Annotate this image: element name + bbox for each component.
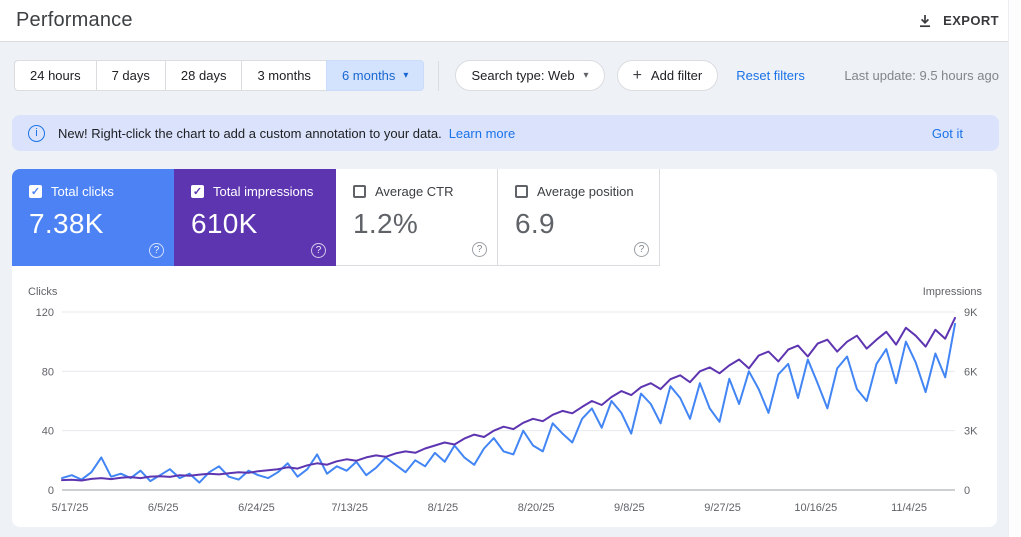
help-icon[interactable] (311, 243, 326, 258)
svg-text:8/1/25: 8/1/25 (428, 502, 459, 514)
metric-value: 6.9 (515, 208, 659, 240)
svg-text:0: 0 (964, 485, 970, 497)
help-icon[interactable] (634, 242, 649, 257)
svg-text:6/24/25: 6/24/25 (238, 502, 275, 514)
svg-text:80: 80 (42, 366, 54, 378)
range-3-months[interactable]: 3 months (241, 60, 326, 91)
metric-value: 7.38K (29, 208, 174, 240)
metric-label: Average position (537, 184, 634, 199)
svg-text:120: 120 (36, 307, 54, 319)
metric-value: 610K (191, 208, 336, 240)
unchecked-checkbox-icon[interactable] (353, 185, 366, 198)
search-type-dropdown[interactable]: Search type: Web (455, 60, 604, 91)
unchecked-checkbox-icon[interactable] (515, 185, 528, 198)
download-icon (917, 13, 933, 29)
date-range-segmented-control: 24 hours 7 days 28 days 3 months 6 month… (14, 60, 424, 91)
svg-text:Clicks: Clicks (28, 286, 58, 298)
chevron-down-icon (584, 71, 589, 81)
chart-area: 0 0 40 3K 80 6K 120 9K Clicks Impressions 5/17/25 6… (12, 266, 997, 527)
metric-toggle-row: Total clicks (29, 184, 174, 199)
range-7-days[interactable]: 7 days (96, 60, 166, 91)
add-filter-label: Add filter (651, 68, 702, 83)
got-it-button[interactable]: Got it (932, 126, 963, 141)
help-icon[interactable] (472, 242, 487, 257)
filter-toolbar: 24 hours 7 days 28 days 3 months 6 month… (14, 60, 999, 91)
toolbar-divider (438, 61, 439, 91)
metric-toggle-row: Total impressions (191, 184, 336, 199)
metric-toggle-row: Average CTR (353, 184, 497, 199)
average-ctr-card[interactable]: Average CTR 1.2% (336, 169, 498, 266)
svg-text:9/27/25: 9/27/25 (704, 502, 741, 514)
svg-text:11/4/25: 11/4/25 (891, 502, 927, 514)
svg-text:5/17/25: 5/17/25 (52, 502, 89, 514)
svg-text:8/20/25: 8/20/25 (518, 502, 555, 514)
scrollbar[interactable] (1008, 0, 1021, 537)
range-28-days[interactable]: 28 days (165, 60, 243, 91)
checked-checkbox-icon[interactable] (29, 185, 42, 198)
svg-text:9/8/25: 9/8/25 (614, 502, 645, 514)
checked-checkbox-icon[interactable] (191, 185, 204, 198)
app-header: Performance EXPORT (0, 0, 1021, 42)
performance-chart[interactable]: 0 0 40 3K 80 6K 120 9K Clicks Impressions 5/17/25 6… (12, 266, 997, 527)
metric-label: Total clicks (51, 184, 114, 199)
plus-icon (633, 70, 642, 81)
banner-message: New! Right-click the chart to add a cust… (58, 126, 442, 141)
active-range-label: 6 months (342, 68, 395, 83)
svg-text:3K: 3K (964, 426, 978, 438)
metric-cards-row: Total clicks 7.38K Total impressions 610… (12, 169, 997, 266)
last-update-text: Last update: 9.5 hours ago (844, 68, 999, 83)
svg-text:9K: 9K (964, 307, 978, 319)
svg-text:6K: 6K (964, 366, 978, 378)
total-clicks-card[interactable]: Total clicks 7.38K (12, 169, 174, 266)
search-type-label: Search type: Web (471, 68, 574, 83)
chevron-down-icon (403, 71, 408, 81)
svg-text:6/5/25: 6/5/25 (148, 502, 179, 514)
export-button[interactable]: EXPORT (917, 13, 1003, 29)
average-position-card[interactable]: Average position 6.9 (498, 169, 660, 266)
learn-more-link[interactable]: Learn more (449, 126, 515, 141)
info-icon (28, 125, 45, 142)
page-title: Performance (16, 9, 133, 32)
performance-panel: Total clicks 7.38K Total impressions 610… (12, 169, 997, 527)
range-6-months[interactable]: 6 months (326, 60, 425, 91)
svg-text:7/13/25: 7/13/25 (331, 502, 368, 514)
metric-label: Total impressions (213, 184, 313, 199)
range-24-hours[interactable]: 24 hours (14, 60, 97, 91)
export-label: EXPORT (943, 13, 999, 28)
add-filter-button[interactable]: Add filter (617, 60, 719, 91)
annotation-banner: New! Right-click the chart to add a cust… (12, 115, 999, 151)
svg-text:40: 40 (42, 426, 54, 438)
metric-label: Average CTR (375, 184, 454, 199)
help-icon[interactable] (149, 243, 164, 258)
svg-text:0: 0 (48, 485, 54, 497)
metric-value: 1.2% (353, 208, 497, 240)
reset-filters-link[interactable]: Reset filters (736, 68, 805, 83)
total-impressions-card[interactable]: Total impressions 610K (174, 169, 336, 266)
svg-text:10/16/25: 10/16/25 (794, 502, 837, 514)
metric-toggle-row: Average position (515, 184, 659, 199)
svg-text:Impressions: Impressions (923, 286, 983, 298)
